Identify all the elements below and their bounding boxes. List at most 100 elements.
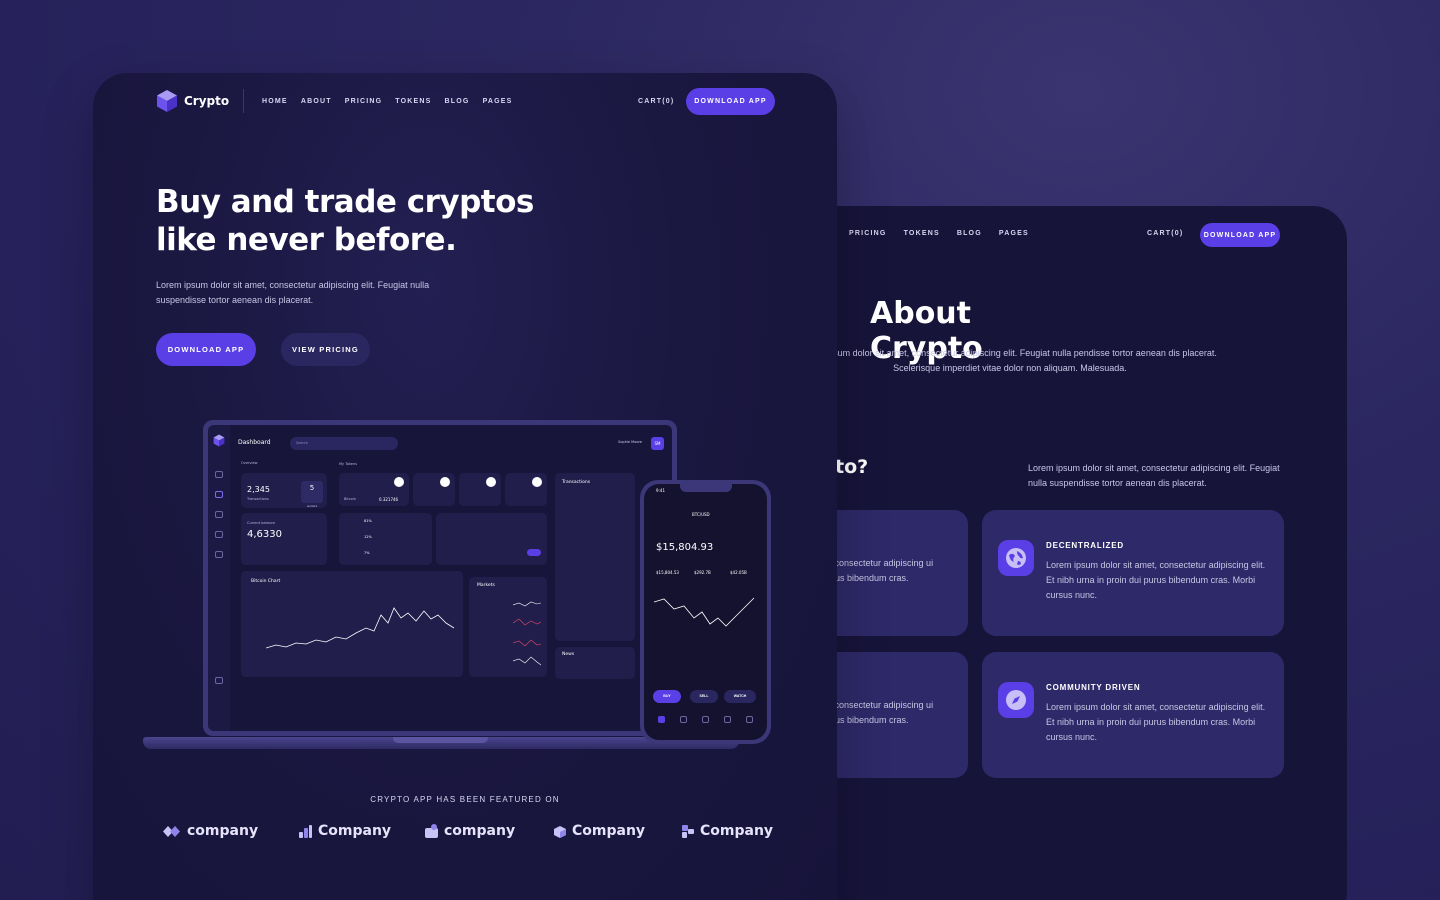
- dashboard-search-input[interactable]: Search: [290, 437, 398, 450]
- feature-card-text: et, consectetur adipiscing ui purus bibe…: [822, 558, 934, 583]
- nav-link-pricing[interactable]: PRICING: [345, 98, 383, 105]
- allocation-pct: 81%: [364, 519, 372, 523]
- brand-logo: company: [159, 823, 258, 839]
- logo[interactable]: Crypto: [156, 89, 229, 113]
- feature-card-title: COMMUNITY DRIVEN: [1046, 683, 1141, 692]
- ethereum-icon: [440, 477, 450, 487]
- phone-nav-settings-icon[interactable]: [746, 716, 753, 723]
- bars-logo-icon: [298, 824, 313, 839]
- brand-name: Company: [318, 823, 392, 839]
- phone-nav-list-icon[interactable]: [724, 716, 731, 723]
- stat-value: $15,804.53: [656, 570, 679, 575]
- nav-link-tokens[interactable]: TOKENS: [395, 98, 431, 105]
- phone-mockup: 9:41 BTC/USD $15,804.93 $15,804.53 $292.…: [640, 480, 771, 744]
- cart-link[interactable]: CART(0): [1147, 230, 1183, 237]
- markets-card: Markets: [469, 577, 547, 677]
- allocation-pct: 7%: [364, 551, 370, 555]
- transactions-stat-card: 2,345 Transactions 5 wallets: [241, 473, 327, 508]
- phone-screen: 9:41 BTC/USD $15,804.93 $15,804.53 $292.…: [644, 484, 767, 740]
- token-card[interactable]: [413, 473, 455, 506]
- avatar[interactable]: SM: [651, 437, 664, 450]
- token-card-bitcoin[interactable]: Bitcoin 0.321746: [339, 473, 409, 506]
- download-app-button[interactable]: DOWNLOAD APP: [1200, 223, 1280, 247]
- laptop-notch: [393, 737, 488, 743]
- settings-nav-icon[interactable]: [215, 551, 223, 558]
- send-button[interactable]: [527, 549, 541, 556]
- overview-label: Overview: [241, 461, 258, 465]
- token-value: 0.321746: [379, 497, 399, 502]
- phone-price-chart: [654, 597, 755, 627]
- buy-button[interactable]: BUY: [653, 690, 681, 703]
- balance-card: Current balance 4,6330: [241, 513, 327, 565]
- hero-download-button[interactable]: DOWNLOAD APP: [156, 333, 256, 366]
- my-tokens-label: My Tokens: [339, 462, 357, 466]
- phone-nav-home-icon[interactable]: [702, 716, 709, 723]
- token-name: Bitcoin: [344, 497, 357, 501]
- watch-button[interactable]: WATCH: [724, 690, 756, 703]
- logo-text: Crypto: [184, 94, 230, 108]
- nav-link-blog[interactable]: BLOG: [957, 230, 982, 237]
- cart-link[interactable]: CART(0): [638, 98, 674, 105]
- wallets-count: 5: [309, 484, 315, 492]
- chart-nav-icon[interactable]: [215, 471, 223, 478]
- cube-brand-icon: [552, 824, 567, 839]
- download-app-button[interactable]: DOWNLOAD APP: [686, 88, 775, 115]
- phone-nav-chart-icon[interactable]: [658, 716, 665, 723]
- allocation-card: 81% 12% 7%: [339, 513, 432, 565]
- trading-pair[interactable]: BTC/USD: [692, 512, 710, 517]
- nav-link-tokens[interactable]: TOKENS: [904, 230, 940, 237]
- news-title: News: [562, 652, 575, 657]
- balance-value: 4,6330: [247, 529, 282, 540]
- token-card[interactable]: [459, 473, 501, 506]
- ripple-icon: [486, 477, 496, 487]
- home-nav-icon[interactable]: [215, 511, 223, 518]
- blocks-logo-icon: [680, 824, 695, 839]
- brand-logo: company: [424, 823, 515, 839]
- brand-logo: Company: [298, 823, 391, 839]
- view-pricing-button[interactable]: VIEW PRICING: [281, 333, 370, 366]
- transactions-label: Transactions: [247, 497, 269, 501]
- section-description: Lorem ipsum dolor sit amet, consectetur …: [1028, 463, 1280, 488]
- laptop-mockup: Dashboard Search Sophie Moore SM Overvie…: [203, 420, 677, 736]
- markets-title: Markets: [477, 583, 495, 588]
- about-navbar: PRICING TOKENS BLOG PAGES CART(0) DOWNLO…: [760, 223, 1347, 247]
- hero-title: Buy and trade cryptos like never before.: [156, 184, 534, 258]
- feature-card-decentralized: DECENTRALIZED Lorem ipsum dolor sit amet…: [982, 510, 1284, 636]
- stat-value: $292.7B: [694, 570, 711, 575]
- nav-link-about[interactable]: ABOUT: [301, 98, 332, 105]
- news-card: News: [555, 647, 635, 679]
- nav-link-pages[interactable]: PAGES: [483, 98, 513, 105]
- bitcoin-chart-card: Bitcoin Chart: [241, 571, 463, 677]
- brand-logos: company Company company Company Company: [159, 823, 779, 847]
- brand-logo: Company: [680, 823, 773, 839]
- brand-name: Company: [700, 823, 774, 839]
- nav-link-pricing[interactable]: PRICING: [849, 230, 887, 237]
- stat-value: $42.05B: [730, 570, 747, 575]
- token-card[interactable]: [505, 473, 547, 506]
- bag-logo-icon: [424, 823, 439, 839]
- dashboard-screen: Dashboard Search Sophie Moore SM Overvie…: [208, 425, 672, 731]
- globe-icon: [998, 540, 1034, 576]
- home-page-panel: Crypto HOME ABOUT PRICING TOKENS BLOG PA…: [93, 73, 837, 900]
- wallet-nav-icon[interactable]: [215, 491, 223, 498]
- nav-link-home[interactable]: HOME: [262, 98, 288, 105]
- chart-title: Bitcoin Chart: [251, 579, 281, 584]
- feature-card-text: Lorem ipsum dolor sit amet, consectetur …: [1046, 560, 1266, 600]
- current-price: $15,804.93: [656, 542, 714, 553]
- list-nav-icon[interactable]: [215, 531, 223, 538]
- nav-divider: [243, 89, 244, 113]
- about-page-panel: PRICING TOKENS BLOG PAGES CART(0) DOWNLO…: [760, 206, 1347, 900]
- balance-label: Current balance: [247, 521, 276, 525]
- phone-nav-wallet-icon[interactable]: [680, 716, 687, 723]
- feature-card-community: COMMUNITY DRIVEN Lorem ipsum dolor sit a…: [982, 652, 1284, 778]
- featured-on-label: CRYPTO APP HAS BEEN FEATURED ON: [370, 795, 560, 804]
- nav-link-blog[interactable]: BLOG: [445, 98, 470, 105]
- sell-button[interactable]: SELL: [690, 690, 718, 703]
- main-nav: HOME ABOUT PRICING TOKENS BLOG PAGES: [262, 98, 513, 105]
- market-sparklines: [513, 601, 541, 666]
- feature-card-text: et, consectetur adipiscing ui purus bibe…: [822, 700, 934, 725]
- chat-nav-icon[interactable]: [215, 677, 223, 684]
- nav-link-pages[interactable]: PAGES: [999, 230, 1029, 237]
- phone-notch: [680, 484, 732, 492]
- dashboard-sidebar: [208, 425, 230, 731]
